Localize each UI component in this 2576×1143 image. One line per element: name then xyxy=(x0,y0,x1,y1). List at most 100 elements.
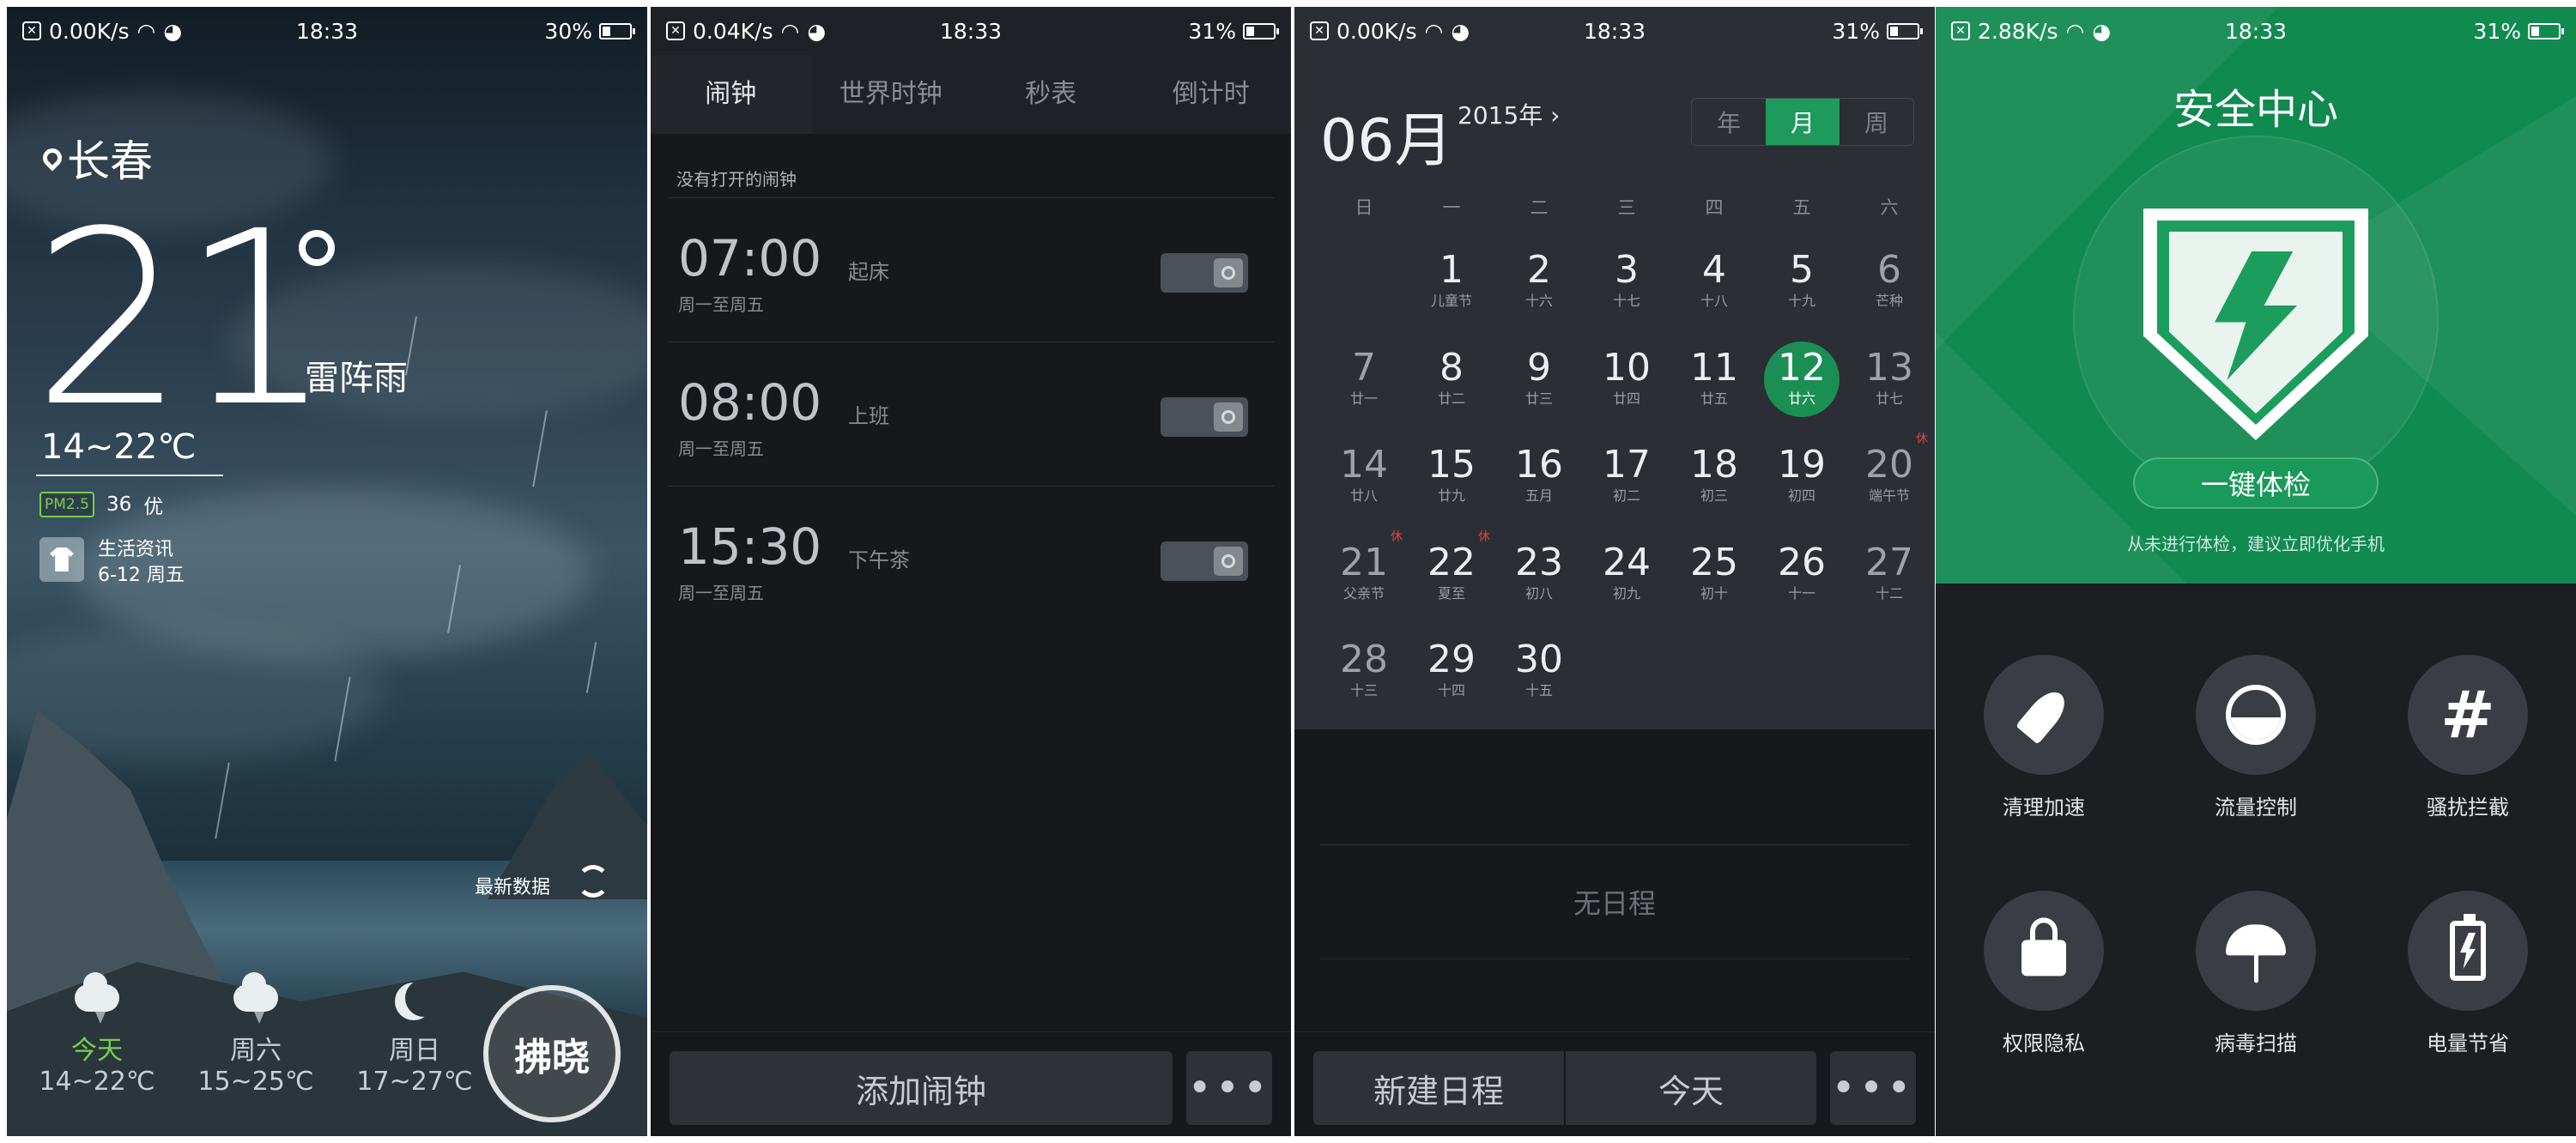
tab-timer[interactable]: 倒计时 xyxy=(1131,55,1292,134)
view-year[interactable]: 年 xyxy=(1692,99,1766,145)
tool-data-control[interactable]: 流量控制 xyxy=(2170,655,2342,820)
chevron-right-icon: › xyxy=(1550,101,1561,130)
alarm-name: 起床 xyxy=(848,260,889,284)
refresh-icon[interactable] xyxy=(577,865,609,898)
calendar-day[interactable]: 11 廿五 xyxy=(1670,336,1758,434)
calendar-day[interactable]: 6 芒种 xyxy=(1846,239,1933,336)
net-speed: 2.88K/s xyxy=(1978,18,2058,44)
tab-alarm[interactable]: 闹钟 xyxy=(651,55,811,134)
battery-text: 31% xyxy=(1832,18,1880,44)
calendar-day[interactable]: 10 廿四 xyxy=(1583,336,1670,434)
calendar-day[interactable]: 18 初三 xyxy=(1670,433,1758,531)
calendar-day[interactable]: 26 十一 xyxy=(1758,531,1846,629)
umbrella-icon xyxy=(2226,924,2286,983)
life-date: 6-12 周五 xyxy=(98,565,185,586)
tab-world-clock[interactable]: 世界时钟 xyxy=(811,55,972,134)
tool-cleanup[interactable]: 清理加速 xyxy=(1958,655,2130,820)
calendar-day[interactable]: 23 初八 xyxy=(1495,531,1583,629)
alarm-item[interactable]: 15:30 下午茶 周一至周五 xyxy=(668,486,1274,630)
bottom-bar: 新建日程 今天 ••• xyxy=(1294,1031,1935,1136)
calendar-day[interactable]: 1 儿童节 xyxy=(1408,239,1495,336)
calendar-day[interactable]: 28 十三 xyxy=(1320,628,1408,726)
forecast-day: 今天 xyxy=(71,1036,123,1066)
calendar-day[interactable]: 8 廿二 xyxy=(1408,336,1495,434)
alarm-toggle[interactable] xyxy=(1161,397,1248,437)
app-icon: ◕ xyxy=(807,18,827,44)
day-number: 26 xyxy=(1778,540,1826,584)
day-number: 15 xyxy=(1427,443,1476,487)
forecast-sunday[interactable]: 周日 17~27℃ xyxy=(333,972,496,1097)
notification-icon: ✕ xyxy=(666,21,685,40)
calendar-day[interactable]: 2 十六 xyxy=(1495,239,1583,336)
day-number: 7 xyxy=(1352,345,1376,390)
view-month[interactable]: 月 xyxy=(1766,99,1840,145)
net-speed: 0.04K/s xyxy=(693,18,773,44)
air-quality[interactable]: PM2.5 36 优 xyxy=(39,490,163,519)
calendar-day[interactable]: 17 初二 xyxy=(1583,433,1670,531)
tool-block[interactable]: # 骚扰拦截 xyxy=(2382,655,2554,820)
wifi-icon: ◠ xyxy=(136,18,156,44)
calendar-day[interactable]: 22 夏至休 xyxy=(1408,530,1495,629)
alarm-name: 下午茶 xyxy=(848,548,910,572)
lunar-date: 十八 xyxy=(1700,293,1728,309)
alarm-item[interactable]: 07:00 起床 周一至周五 xyxy=(668,197,1274,342)
calendar-day[interactable]: 4 十八 xyxy=(1670,239,1758,336)
lunar-date: 初八 xyxy=(1524,584,1553,602)
calendar-day[interactable]: 24 初九 xyxy=(1583,531,1670,629)
calendar-day[interactable]: 15 廿九 xyxy=(1408,433,1495,531)
calendar-day[interactable]: 29 十四 xyxy=(1408,628,1495,726)
alarm-item[interactable]: 08:00 上班 周一至周五 xyxy=(668,342,1274,486)
calendar-day[interactable]: 9 廿三 xyxy=(1495,336,1583,434)
forecast-today[interactable]: 今天 14~22℃ xyxy=(15,972,179,1097)
year-selector[interactable]: 2015年 › xyxy=(1458,97,1560,131)
calendar-day[interactable]: 19 初四 xyxy=(1758,433,1846,531)
page-title: 安全中心 xyxy=(2173,86,2338,134)
calendar-day[interactable]: 25 初十 xyxy=(1670,531,1758,629)
tool-privacy[interactable]: 权限隐私 xyxy=(1958,891,2130,1056)
view-week[interactable]: 周 xyxy=(1840,99,1913,145)
more-button[interactable]: ••• xyxy=(1186,1051,1272,1125)
add-alarm-button[interactable]: 添加闹钟 xyxy=(670,1051,1173,1125)
day-number: 17 xyxy=(1603,443,1651,487)
calendar-day[interactable]: 20 端午节休 xyxy=(1846,432,1933,531)
tab-stopwatch[interactable]: 秒表 xyxy=(971,55,1131,134)
raindrop xyxy=(215,762,230,839)
clock-screen: ✕ 0.04K/s ◠ ◕ 18:33 31% 闹钟 世界时钟 秒表 倒计时 没有打开… xyxy=(651,7,1291,1136)
calendar-day[interactable]: 14 廿八 xyxy=(1320,433,1408,531)
quick-check-button[interactable]: 一键体检 xyxy=(2133,457,2379,509)
calendar-day[interactable]: 3 十七 xyxy=(1583,239,1670,336)
tool-battery-saver[interactable]: 电量节省 xyxy=(2382,891,2554,1056)
new-event-button[interactable]: 新建日程 xyxy=(1313,1051,1564,1125)
calendar-day[interactable]: 16 五月 xyxy=(1495,433,1583,531)
calendar-day[interactable]: 12 廿六 xyxy=(1758,336,1846,434)
day-number: 1 xyxy=(1440,248,1464,292)
battery-icon xyxy=(2528,22,2564,39)
today-button[interactable]: 今天 xyxy=(1566,1051,1816,1125)
moon-icon xyxy=(405,979,443,1017)
forecast-saturday[interactable]: 周六 15~25℃ xyxy=(174,972,337,1097)
calendar-day[interactable]: 21 父亲节休 xyxy=(1320,530,1408,629)
calendar-day[interactable]: 30 十五 xyxy=(1495,628,1583,726)
day-number: 11 xyxy=(1690,345,1738,390)
weekday-label: 日 xyxy=(1355,197,1373,218)
month-title[interactable]: 06月 xyxy=(1320,93,1453,178)
lunar-date: 廿一 xyxy=(1349,390,1378,407)
alarm-toggle[interactable] xyxy=(1161,541,1248,581)
status-bar: ✕ 0.00K/s ◠ ◕ 18:33 31% xyxy=(1294,7,1935,55)
weather-screen: ✕ 0.00K/s ◠ ◕ 18:33 30% 长春 21 雷阵雨 14~22℃ PM… xyxy=(7,7,647,1136)
calendar-day[interactable]: 5 十九 xyxy=(1758,239,1846,336)
pm25-badge: PM2.5 xyxy=(39,492,94,517)
calendar-day[interactable]: 13 廿七 xyxy=(1846,336,1933,434)
life-info[interactable]: 生活资讯 6-12 周五 xyxy=(39,537,185,589)
wifi-icon: ◠ xyxy=(2065,18,2085,44)
forecast-day: 周日 xyxy=(389,1036,440,1066)
battery-icon xyxy=(1887,22,1923,39)
day-number: 24 xyxy=(1603,540,1651,584)
alarm-toggle[interactable] xyxy=(1161,253,1248,293)
calendar-day[interactable]: 7 廿一 xyxy=(1320,336,1408,434)
forecast-day: 周六 xyxy=(230,1036,282,1066)
calendar-day[interactable]: 27 十二 xyxy=(1846,531,1933,629)
weekday-label: 六 xyxy=(1880,197,1899,218)
tool-virus-scan[interactable]: 病毒扫描 xyxy=(2170,891,2342,1056)
more-button[interactable]: ••• xyxy=(1830,1051,1916,1125)
